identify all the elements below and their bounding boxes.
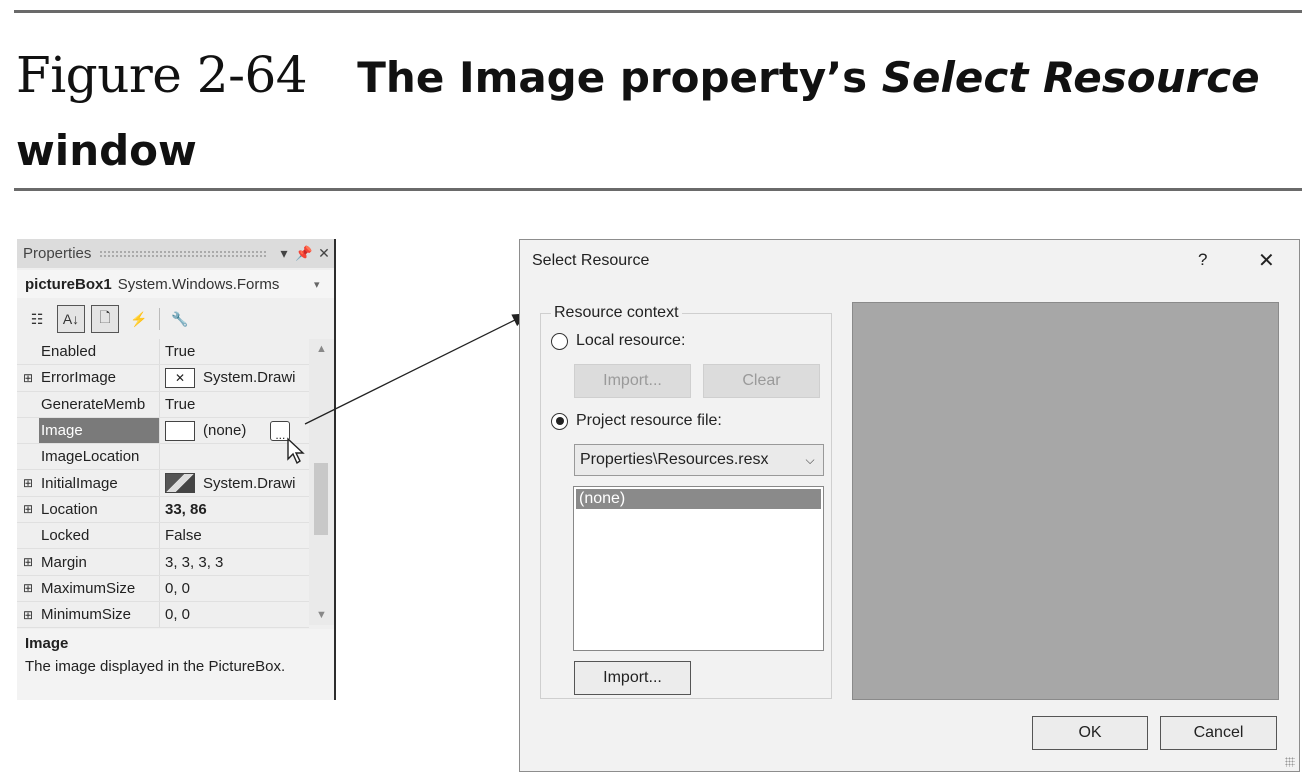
local-import-button[interactable]: Import... bbox=[574, 364, 691, 398]
ok-button[interactable]: OK bbox=[1032, 716, 1148, 750]
expand-icon[interactable]: ⊞ bbox=[17, 476, 39, 490]
properties-titlebar: Properties ▾ 📌 ✕ bbox=[17, 239, 334, 268]
expand-icon[interactable]: ⊞ bbox=[17, 371, 39, 385]
figure-number: Figure 2-64 bbox=[16, 46, 308, 104]
property-grid: Enabled True ⊞ ErrorImage ✕ System.Drawi … bbox=[17, 339, 309, 629]
property-value[interactable]: System.Drawi bbox=[159, 470, 309, 496]
object-selector[interactable]: pictureBox1 System.Windows.Forms ▾ bbox=[17, 270, 334, 298]
property-value[interactable]: True bbox=[159, 391, 309, 417]
property-value[interactable]: 0, 0 bbox=[159, 601, 309, 628]
property-row-generatemember[interactable]: GenerateMemb True bbox=[17, 391, 309, 418]
expand-icon[interactable]: ⊞ bbox=[17, 555, 39, 569]
property-row-maximumsize[interactable]: ⊞ MaximumSize 0, 0 bbox=[17, 575, 309, 602]
properties-panel: Properties ▾ 📌 ✕ pictureBox1 System.Wind… bbox=[17, 239, 336, 700]
project-resource-radio[interactable]: Project resource file: bbox=[551, 412, 722, 430]
mouse-cursor-icon bbox=[287, 437, 305, 465]
resource-file-value: Properties\Resources.resx bbox=[580, 451, 769, 468]
object-name: pictureBox1 bbox=[25, 275, 112, 293]
dropdown-icon[interactable]: ▾ bbox=[274, 245, 294, 262]
local-resource-radio[interactable]: Local resource: bbox=[551, 332, 685, 350]
titlebar-grip[interactable] bbox=[99, 249, 266, 258]
property-row-margin[interactable]: ⊞ Margin 3, 3, 3, 3 bbox=[17, 549, 309, 576]
expand-icon[interactable]: ⊞ bbox=[17, 608, 39, 622]
broken-image-icon: ✕ bbox=[165, 367, 195, 388]
list-item[interactable]: (none) bbox=[576, 489, 821, 509]
expand-icon[interactable]: ⊞ bbox=[17, 502, 39, 516]
property-row-errorimage[interactable]: ⊞ ErrorImage ✕ System.Drawi bbox=[17, 365, 309, 392]
dialog-title: Select Resource bbox=[532, 252, 650, 269]
expand-icon[interactable]: ⊞ bbox=[17, 581, 39, 595]
toolbar-separator bbox=[159, 308, 160, 330]
properties-title: Properties bbox=[23, 245, 92, 262]
property-name: InitialImage bbox=[41, 474, 118, 492]
radio-unchecked-icon[interactable] bbox=[551, 332, 568, 350]
property-value[interactable]: 33, 86 bbox=[159, 496, 309, 523]
property-value[interactable]: True bbox=[159, 339, 309, 365]
property-row-location[interactable]: ⊞ Location 33, 86 bbox=[17, 496, 309, 524]
description-text: The image displayed in the PictureBox. bbox=[25, 658, 286, 675]
properties-toolbar: ☷ A↓ 🗋 ⚡ 🔧 bbox=[23, 303, 194, 335]
property-grid-scrollbar[interactable]: ▲ ▼ bbox=[309, 339, 334, 625]
object-type: System.Windows.Forms bbox=[117, 275, 280, 293]
project-resource-label: Project resource file: bbox=[576, 412, 722, 429]
help-icon[interactable]: ? bbox=[1198, 250, 1207, 270]
property-row-imagelocation[interactable]: ImageLocation bbox=[17, 444, 309, 471]
radio-checked-icon[interactable] bbox=[551, 412, 568, 430]
property-row-initialimage[interactable]: ⊞ InitialImage System.Drawi bbox=[17, 470, 309, 497]
close-icon[interactable]: ✕ bbox=[1258, 248, 1275, 273]
figure-title: Figure 2-64 The Image property’s Select … bbox=[16, 40, 1296, 189]
property-row-enabled[interactable]: Enabled True bbox=[17, 339, 309, 366]
property-name: ImageLocation bbox=[41, 448, 140, 466]
property-row-minimumsize[interactable]: ⊞ MinimumSize 0, 0 bbox=[17, 601, 309, 629]
property-row-locked[interactable]: Locked False bbox=[17, 523, 309, 550]
clear-button[interactable]: Clear bbox=[703, 364, 820, 398]
empty-image-swatch bbox=[165, 420, 195, 441]
chevron-down-icon[interactable]: ▾ bbox=[314, 278, 334, 291]
scroll-down-icon[interactable]: ▼ bbox=[316, 609, 327, 621]
properties-view-icon[interactable]: 🗋 bbox=[91, 305, 119, 333]
property-value[interactable]: False bbox=[159, 523, 309, 549]
property-row-image[interactable]: Image (none)... bbox=[17, 417, 309, 445]
resize-grip-icon[interactable] bbox=[1285, 757, 1295, 767]
description-pane: Image The image displayed in the Picture… bbox=[17, 629, 334, 700]
image-preview bbox=[852, 302, 1279, 700]
chevron-down-icon[interactable]: ⌵ bbox=[797, 453, 823, 468]
property-value[interactable]: 3, 3, 3, 3 bbox=[159, 549, 309, 575]
group-label: Resource context bbox=[551, 304, 682, 322]
resource-listbox[interactable]: (none) bbox=[573, 486, 824, 651]
project-import-button[interactable]: Import... bbox=[574, 661, 691, 695]
select-resource-dialog: Select Resource ? ✕ Resource context Loc… bbox=[519, 239, 1300, 772]
resource-file-select[interactable]: Properties\Resources.resx ⌵ bbox=[574, 444, 824, 476]
property-value[interactable]: ✕ System.Drawi bbox=[159, 365, 309, 391]
property-name: ErrorImage bbox=[41, 369, 117, 387]
local-resource-label: Local resource: bbox=[576, 332, 686, 349]
cancel-button[interactable]: Cancel bbox=[1160, 716, 1277, 750]
description-title: Image bbox=[25, 635, 69, 652]
property-name: Locked bbox=[41, 527, 90, 545]
categorized-icon[interactable]: ☷ bbox=[23, 305, 51, 333]
events-lightning-icon[interactable]: ⚡ bbox=[125, 305, 153, 333]
bottom-rule bbox=[14, 188, 1302, 191]
pin-icon[interactable]: 📌 bbox=[294, 245, 314, 262]
property-pages-wrench-icon[interactable]: 🔧 bbox=[166, 305, 194, 333]
property-value[interactable]: 0, 0 bbox=[159, 575, 309, 601]
property-name: Enabled bbox=[41, 343, 97, 361]
property-name: MaximumSize bbox=[41, 579, 136, 597]
alphabetical-icon[interactable]: A↓ bbox=[57, 305, 85, 333]
property-name: GenerateMemb bbox=[41, 395, 146, 413]
property-name: Margin bbox=[41, 553, 87, 571]
scroll-thumb[interactable] bbox=[314, 463, 328, 535]
scroll-up-icon[interactable]: ▲ bbox=[316, 343, 327, 355]
close-icon[interactable]: ✕ bbox=[314, 245, 334, 262]
property-name: MinimumSize bbox=[41, 606, 132, 624]
property-name: Image bbox=[39, 417, 159, 444]
top-rule bbox=[14, 10, 1302, 13]
resource-context-group: Resource context Local resource: Import.… bbox=[540, 304, 832, 699]
picture-icon bbox=[165, 473, 195, 494]
property-name: Location bbox=[41, 500, 98, 518]
